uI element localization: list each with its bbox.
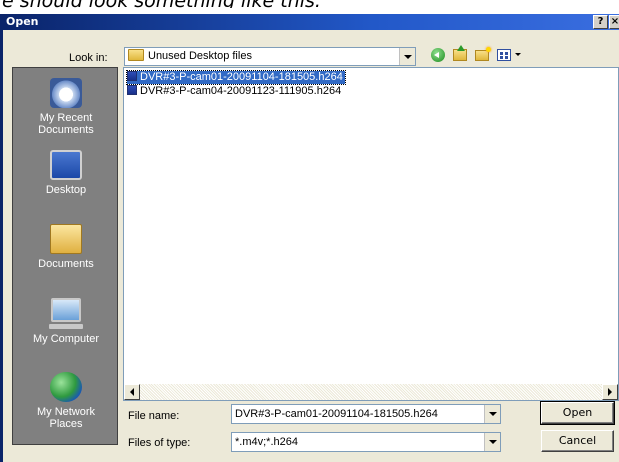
place-label: My Network Places	[36, 406, 96, 430]
folder-icon	[128, 49, 144, 61]
up-folder-icon	[453, 45, 467, 61]
computer-base	[49, 324, 83, 329]
file-name-text: DVR#3-P-cam01-20091104-181505.h264	[140, 71, 343, 83]
place-label: Desktop	[45, 184, 87, 196]
title-bar: Open ? ×	[3, 14, 619, 30]
place-network-places[interactable]: My Network Places	[13, 372, 119, 430]
chevron-down-icon	[488, 412, 497, 416]
close-button[interactable]: ×	[609, 15, 619, 29]
my-computer-icon	[51, 298, 81, 322]
place-recent-documents[interactable]: My Recent Documents	[13, 78, 119, 136]
open-button[interactable]: Open	[540, 401, 615, 425]
video-file-icon	[127, 71, 137, 81]
chevron-down-icon	[488, 440, 497, 444]
file-type-label: Files of type:	[128, 437, 191, 449]
views-menu-icon	[497, 49, 511, 61]
open-dialog: Open ? × Look in: Unused Desktop files M…	[0, 14, 619, 462]
file-name-value: DVR#3-P-cam01-20091104-181505.h264	[235, 408, 438, 420]
arrow-left-icon	[130, 388, 134, 396]
scroll-left-button[interactable]	[124, 384, 140, 400]
file-list[interactable]: DVR#3-P-cam01-20091104-181505.h264 DVR#3…	[123, 67, 619, 401]
back-button[interactable]	[429, 46, 447, 64]
look-in-dropdown[interactable]: Unused Desktop files	[124, 47, 416, 66]
cancel-button[interactable]: Cancel	[541, 430, 614, 452]
file-item[interactable]: DVR#3-P-cam01-20091104-181505.h264	[126, 70, 346, 85]
file-item[interactable]: DVR#3-P-cam04-20091123-111905.h264	[127, 85, 343, 98]
views-menu-button[interactable]	[495, 46, 513, 64]
look-in-value: Unused Desktop files	[148, 50, 252, 62]
file-name-dropdown-arrow[interactable]	[484, 405, 500, 423]
place-my-computer[interactable]: My Computer	[13, 298, 119, 345]
back-icon	[431, 48, 445, 62]
file-type-select[interactable]: *.m4v;*.h264	[231, 432, 501, 452]
look-in-label: Look in:	[69, 52, 108, 64]
places-bar: My Recent Documents Desktop Documents My…	[12, 67, 118, 445]
page-caption: e should look something like this.	[0, 0, 619, 8]
look-in-dropdown-arrow[interactable]	[399, 48, 415, 65]
file-type-value: *.m4v;*.h264	[235, 436, 298, 448]
chevron-down-icon	[403, 54, 412, 59]
recent-documents-icon	[50, 78, 82, 108]
documents-folder-icon	[50, 224, 82, 254]
arrow-right-icon	[608, 388, 612, 396]
new-folder-button[interactable]	[473, 46, 491, 64]
place-label: Documents	[38, 258, 94, 270]
file-name-text: DVR#3-P-cam04-20091123-111905.h264	[140, 85, 342, 97]
network-places-icon	[50, 372, 82, 402]
place-label: My Recent Documents	[38, 112, 94, 136]
scroll-right-button[interactable]	[602, 384, 618, 400]
help-button[interactable]: ?	[593, 15, 608, 29]
views-dropdown-arrow[interactable]	[515, 53, 521, 56]
desktop-icon	[50, 150, 82, 180]
file-name-input[interactable]: DVR#3-P-cam01-20091104-181505.h264	[231, 404, 501, 424]
place-documents[interactable]: Documents	[13, 224, 119, 270]
video-file-icon	[127, 85, 137, 95]
place-label: My Computer	[32, 333, 100, 345]
file-name-label: File name:	[128, 410, 180, 422]
horizontal-scrollbar[interactable]	[124, 384, 618, 400]
place-desktop[interactable]: Desktop	[13, 150, 119, 196]
file-type-dropdown-arrow[interactable]	[484, 433, 500, 451]
dialog-title: Open	[6, 15, 39, 28]
up-folder-button[interactable]	[451, 45, 469, 64]
new-folder-icon	[475, 46, 491, 61]
